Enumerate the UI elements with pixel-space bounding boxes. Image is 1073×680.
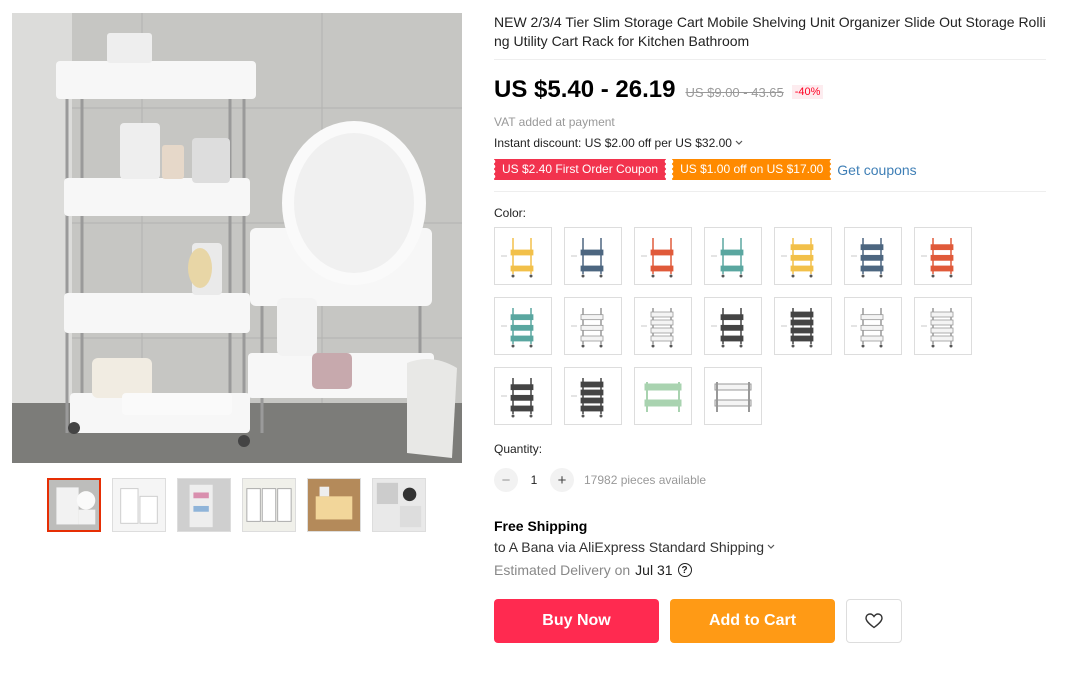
- black-cart-3tier-icon: [711, 308, 744, 348]
- quantity-minus-button[interactable]: −: [494, 468, 518, 492]
- thumbnail-strip: [47, 478, 426, 532]
- product-photo: [12, 13, 462, 463]
- title-divider: [494, 59, 1046, 60]
- color-swatch-red-cart-3tier[interactable]: [914, 227, 972, 285]
- get-coupons-link[interactable]: Get coupons: [837, 162, 916, 178]
- shipping-method[interactable]: to A Bana via AliExpress Standard Shippi…: [494, 539, 1046, 555]
- color-swatch-red-cart-2tier[interactable]: [634, 227, 692, 285]
- add-to-cart-button[interactable]: Add to Cart: [670, 599, 835, 643]
- help-icon[interactable]: ?: [677, 563, 692, 577]
- color-label: Color:: [494, 206, 527, 220]
- green-rack-icon: [644, 382, 682, 412]
- red-cart-3tier-icon: [921, 238, 954, 278]
- stock-available: 17982 pieces available: [584, 473, 707, 487]
- shipping-method-text: to A Bana via AliExpress Standard Shippi…: [494, 539, 765, 555]
- chevron-down-icon: [735, 140, 743, 145]
- thumbnail-3[interactable]: [177, 478, 231, 532]
- color-swatch-black-cart-4tier[interactable]: [774, 297, 832, 355]
- color-swatch-green-rack[interactable]: [634, 367, 692, 425]
- quantity-input[interactable]: [518, 473, 550, 487]
- black-cart-3tier-icon: [501, 378, 534, 418]
- shipping-title: Free Shipping: [494, 518, 588, 534]
- white-cart-3tier-icon: [571, 308, 604, 348]
- color-swatch-white-rack[interactable]: [704, 367, 762, 425]
- color-swatch-yellow-cart-2tier[interactable]: [494, 227, 552, 285]
- thumbnail-6[interactable]: [372, 478, 426, 532]
- quantity-label: Quantity:: [494, 442, 543, 456]
- color-swatch-white-cart-4tier[interactable]: [914, 297, 972, 355]
- color-swatch-black-cart-3tier[interactable]: [704, 297, 762, 355]
- yellow-cart-3tier-icon: [781, 238, 814, 278]
- color-swatch-blue-cart-2tier[interactable]: [564, 227, 622, 285]
- product-title: NEW 2/3/4 Tier Slim Storage Cart Mobile …: [494, 14, 1046, 49]
- chevron-down-icon: [767, 544, 775, 549]
- coupon-store[interactable]: US $1.00 off on US $17.00: [671, 159, 832, 180]
- coupon-row: US $2.40 First Order Coupon US $1.00 off…: [492, 159, 1046, 180]
- color-swatch-black-cart-3tier[interactable]: [494, 367, 552, 425]
- instant-discount[interactable]: Instant discount: US $2.00 off per US $3…: [494, 136, 1046, 150]
- quantity-plus-button[interactable]: +: [550, 468, 574, 492]
- teal-cart-3tier-icon: [501, 308, 534, 348]
- white-cart-3tier-icon: [851, 308, 884, 348]
- black-cart-4tier-icon: [781, 308, 814, 348]
- teal-cart-2tier-icon: [711, 238, 744, 278]
- thumbnail-4[interactable]: [242, 478, 296, 532]
- buy-now-button[interactable]: Buy Now: [494, 599, 659, 643]
- delivery-prefix: Estimated Delivery on: [494, 562, 631, 578]
- color-swatch-white-cart-3tier[interactable]: [844, 297, 902, 355]
- quantity-stepper: − + 17982 pieces available: [494, 468, 1046, 492]
- product-info: NEW 2/3/4 Tier Slim Storage Cart Mobile …: [492, 13, 1046, 643]
- main-product-image[interactable]: [12, 13, 462, 463]
- blue-cart-3tier-icon: [851, 238, 884, 278]
- delivery-date: Jul 31: [635, 562, 673, 578]
- discount-badge: -40%: [791, 85, 824, 99]
- color-swatch-blue-cart-3tier[interactable]: [844, 227, 902, 285]
- thumbnail-1[interactable]: [47, 478, 101, 532]
- current-price: US $5.40 - 26.19: [494, 76, 676, 103]
- instant-discount-text: Instant discount: US $2.00 off per US $3…: [494, 136, 732, 150]
- price-row: US $5.40 - 26.19 US $9.00 - 43.65 -40%: [494, 76, 1046, 104]
- thumbnail-2[interactable]: [112, 478, 166, 532]
- blue-cart-2tier-icon: [571, 238, 604, 278]
- color-swatch-white-cart-4tier[interactable]: [634, 297, 692, 355]
- coupon-first-order[interactable]: US $2.40 First Order Coupon: [492, 159, 667, 180]
- white-cart-4tier-icon: [921, 308, 954, 348]
- color-swatch-grid: [494, 227, 1046, 425]
- action-buttons: Buy Now Add to Cart: [494, 599, 1046, 643]
- heart-icon: [865, 613, 883, 629]
- color-swatch-teal-cart-3tier[interactable]: [494, 297, 552, 355]
- thumbnail-5[interactable]: [307, 478, 361, 532]
- estimated-delivery: Estimated Delivery on Jul 31 ?: [494, 562, 1046, 578]
- wishlist-button[interactable]: [846, 599, 902, 643]
- original-price: US $9.00 - 43.65: [685, 85, 784, 100]
- vat-note: VAT added at payment: [494, 115, 615, 129]
- white-cart-4tier-icon: [641, 308, 674, 348]
- red-cart-2tier-icon: [641, 238, 674, 278]
- yellow-cart-2tier-icon: [501, 238, 534, 278]
- white-rack-icon: [714, 382, 752, 412]
- color-swatch-black-cart-4tier[interactable]: [564, 367, 622, 425]
- color-swatch-yellow-cart-3tier[interactable]: [774, 227, 832, 285]
- coupon-divider: [494, 191, 1046, 192]
- color-swatch-white-cart-3tier[interactable]: [564, 297, 622, 355]
- black-cart-4tier-icon: [571, 378, 604, 418]
- color-swatch-teal-cart-2tier[interactable]: [704, 227, 762, 285]
